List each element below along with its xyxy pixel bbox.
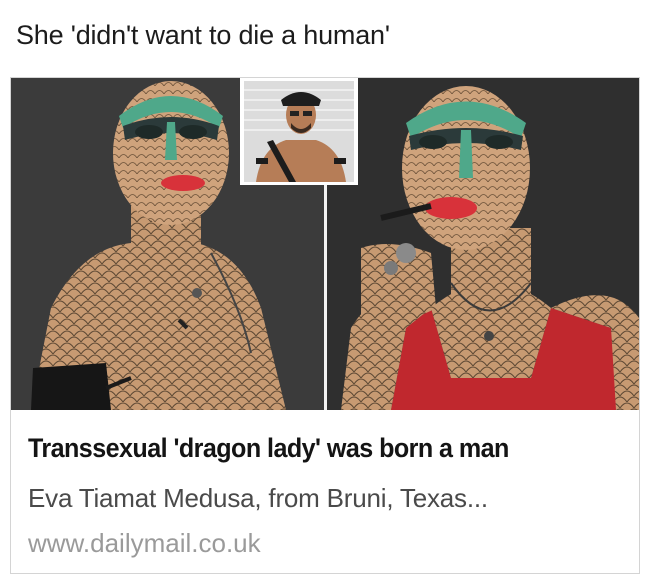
inset-photo	[240, 78, 358, 185]
link-preview-image[interactable]	[11, 78, 639, 410]
post-caption: She 'didn't want to die a human'	[16, 20, 390, 50]
link-title[interactable]: Transsexual 'dragon lady' was born a man	[28, 433, 509, 464]
link-description: Eva Tiamat Medusa, from Bruni, Texas...	[28, 483, 488, 513]
link-domain: www.dailymail.co.uk	[28, 528, 261, 558]
right-portrait	[327, 78, 639, 410]
link-preview-card[interactable]: Transsexual 'dragon lady' was born a man…	[10, 77, 640, 574]
